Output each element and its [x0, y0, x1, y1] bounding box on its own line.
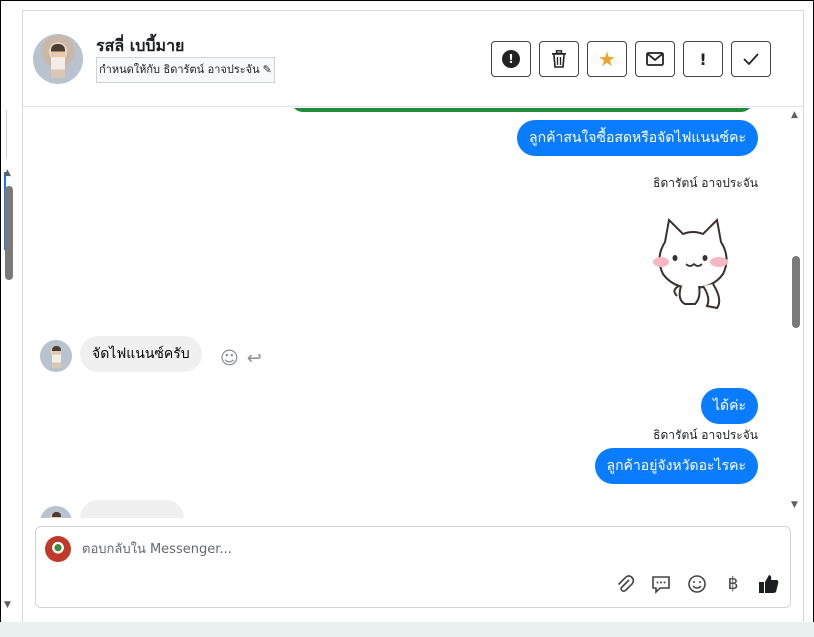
header-actions: ! ★ !: [491, 41, 771, 77]
reply-input[interactable]: [82, 537, 682, 561]
chat-bubble-icon[interactable]: [650, 573, 672, 595]
message-bubble-outgoing[interactable]: ลูกค้าอยู่จังหวัดอะไรคะ: [594, 448, 758, 484]
scroll-up-arrow-icon[interactable]: ▲: [4, 168, 11, 178]
message-bubble-outgoing[interactable]: ลูกค้าสนใจซื้อสดหรือจัดไฟแนนซ์คะ: [517, 120, 758, 156]
emoji-react-icon[interactable]: ☺: [220, 348, 239, 369]
message-bubble-incoming[interactable]: จัดไฟแนนซ์ครับ: [80, 336, 202, 372]
envelope-icon: [646, 52, 664, 66]
contact-avatar[interactable]: [33, 34, 83, 84]
cat-sticker[interactable]: [651, 212, 735, 310]
message-bubble-outgoing[interactable]: ได้ค่ะ: [700, 388, 758, 424]
contact-name[interactable]: รสลี่ เบบี้มาย: [96, 34, 184, 59]
paperclip-icon[interactable]: [614, 573, 636, 595]
thumbs-up-icon[interactable]: [758, 573, 780, 595]
thread-scrollbar[interactable]: ▲ ▼: [789, 108, 803, 518]
composer-tools: ฿: [614, 573, 780, 595]
follow-up-button[interactable]: !: [683, 41, 723, 77]
star-icon: ★: [598, 47, 616, 71]
assignee-selector[interactable]: กำหนดให้กับ ธิดารัตน์ อาจประจัน ✎: [96, 57, 275, 83]
trash-icon: [552, 50, 566, 68]
scroll-down-arrow-icon[interactable]: ▼: [4, 600, 11, 610]
mark-done-button[interactable]: [731, 41, 771, 77]
pencil-icon: ✎: [262, 63, 272, 76]
sender-name: ธิดารัตน์ อาจประจัน: [653, 428, 758, 442]
previous-message-edge: [291, 108, 753, 112]
delete-button[interactable]: [539, 41, 579, 77]
reply-composer: ฿: [35, 526, 791, 608]
page-avatar: [45, 536, 71, 562]
message-bubble-incoming-partial[interactable]: [80, 500, 184, 518]
alert-circle-icon: !: [502, 50, 520, 68]
emoji-icon[interactable]: [686, 573, 708, 595]
reply-icon[interactable]: ↩: [247, 348, 262, 369]
message-thread[interactable]: ลูกค้าสนใจซื้อสดหรือจัดไฟแนนซ์คะ ธิดารัต…: [23, 108, 803, 518]
scrollbar-thumb[interactable]: [5, 186, 13, 280]
conversation-header: รสลี่ เบบี้มาย กำหนดให้กับ ธิดารัตน์ อาจ…: [23, 11, 803, 107]
contact-avatar-small[interactable]: [40, 340, 72, 372]
sender-name: ธิดารัตน์ อาจประจัน: [653, 176, 758, 190]
contact-avatar-small[interactable]: [40, 506, 72, 518]
message-actions: ☺ ↩: [220, 348, 262, 369]
scrollbar-thumb[interactable]: [792, 256, 800, 328]
baht-icon[interactable]: ฿: [722, 573, 744, 595]
mark-spam-button[interactable]: !: [491, 41, 531, 77]
window-bottom-bar: [0, 622, 814, 637]
outer-divider: [6, 110, 8, 158]
conversation-panel: รสลี่ เบบี้มาย กำหนดให้กับ ธิดารัตน์ อาจ…: [22, 10, 804, 622]
mark-unread-button[interactable]: [635, 41, 675, 77]
check-icon: [743, 53, 759, 66]
page-scrollbar[interactable]: ▲ ▼: [4, 168, 14, 620]
assignee-label: กำหนดให้กับ ธิดารัตน์ อาจประจัน: [99, 63, 260, 76]
scroll-down-arrow-icon[interactable]: ▼: [791, 500, 798, 510]
scroll-up-arrow-icon[interactable]: ▲: [791, 110, 798, 120]
star-button[interactable]: ★: [587, 41, 627, 77]
exclamation-icon: !: [699, 49, 707, 69]
